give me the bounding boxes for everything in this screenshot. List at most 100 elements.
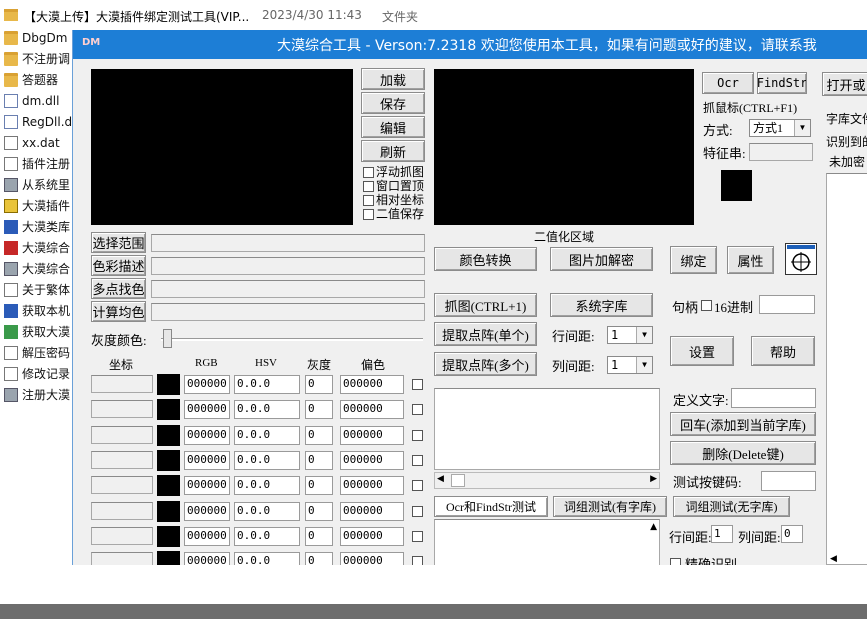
- col-spacing2-input[interactable]: 0: [781, 525, 803, 543]
- rgb-input[interactable]: 000000: [184, 425, 230, 445]
- bind-button[interactable]: 绑定: [670, 246, 717, 274]
- coord-field[interactable]: [91, 400, 153, 419]
- window-titlebar[interactable]: DM 大漠综合工具 - Verson:7.2318 欢迎您使用本工具，如果有问题…: [73, 30, 867, 59]
- row-checkbox[interactable]: [412, 480, 423, 492]
- settings-button[interactable]: 设置: [670, 336, 734, 366]
- row-checkbox[interactable]: [412, 404, 423, 416]
- handle-input[interactable]: [759, 295, 815, 314]
- rgb-input[interactable]: 000000: [184, 526, 230, 546]
- hsv-input[interactable]: 0.0.0: [234, 476, 300, 496]
- extract-single-button[interactable]: 提取点阵(单个): [434, 322, 537, 346]
- explorer-item[interactable]: 关于繁体: [0, 279, 80, 300]
- scroll-left-icon[interactable]: ◀: [437, 474, 444, 484]
- horizontal-scrollbar[interactable]: ◀ ▶: [434, 472, 660, 489]
- gray-input[interactable]: 0: [305, 425, 333, 445]
- findstr-button[interactable]: FindStr: [757, 72, 807, 94]
- gray-input[interactable]: 0: [305, 375, 333, 394]
- offset-input[interactable]: 000000: [340, 400, 404, 420]
- coord-field[interactable]: [91, 450, 153, 469]
- row-checkbox[interactable]: [412, 530, 423, 542]
- refresh-button[interactable]: 刷新: [361, 140, 425, 162]
- offset-input[interactable]: 000000: [340, 501, 404, 521]
- properties-button[interactable]: 属性: [727, 246, 774, 274]
- rgb-input[interactable]: 000000: [184, 476, 230, 496]
- gray-slider-track[interactable]: [161, 338, 423, 341]
- open-button[interactable]: 打开或: [822, 72, 867, 96]
- coord-field[interactable]: [91, 526, 153, 545]
- row-spacing2-input[interactable]: 1: [711, 525, 733, 543]
- hsv-input[interactable]: 0.0.0: [234, 526, 300, 546]
- explorer-item[interactable]: 答题器: [0, 69, 80, 90]
- tab-dict-without-lib[interactable]: 词组测试(无字库): [673, 496, 790, 517]
- col-spacing-select[interactable]: 1 ▼: [607, 356, 653, 374]
- rgb-input[interactable]: 000000: [184, 501, 230, 521]
- multi-point-color-button[interactable]: 多点找色: [91, 278, 146, 299]
- image-encrypt-button[interactable]: 图片加解密: [550, 247, 653, 271]
- capture-preview-right[interactable]: [434, 69, 694, 225]
- offset-input[interactable]: 000000: [340, 375, 404, 394]
- explorer-item[interactable]: 大漠综合: [0, 258, 80, 279]
- coord-field[interactable]: [91, 375, 153, 393]
- gray-input[interactable]: 0: [305, 476, 333, 496]
- delete-button[interactable]: 删除(Delete键): [670, 441, 816, 465]
- crosshair-target-icon[interactable]: [785, 243, 817, 275]
- save-button[interactable]: 保存: [361, 92, 425, 114]
- explorer-item[interactable]: 大漠综合: [0, 237, 80, 258]
- define-text-input[interactable]: [731, 388, 816, 408]
- gray-input[interactable]: 0: [305, 526, 333, 546]
- offset-input[interactable]: 000000: [340, 552, 404, 565]
- select-range-button[interactable]: 选择范围: [91, 232, 146, 253]
- float-capture-checkbox[interactable]: [363, 167, 374, 178]
- hsv-input[interactable]: 0.0.0: [234, 552, 300, 565]
- capture-button[interactable]: 抓图(CTRL+1): [434, 293, 537, 317]
- rgb-input[interactable]: 000000: [184, 375, 230, 394]
- edit-button[interactable]: 编辑: [361, 116, 425, 138]
- explorer-item[interactable]: 大漠类库: [0, 216, 80, 237]
- explorer-item[interactable]: xx.dat: [0, 132, 80, 153]
- window-topmost-checkbox[interactable]: [363, 181, 374, 192]
- binary-save-checkbox[interactable]: [363, 209, 374, 220]
- hsv-input[interactable]: 0.0.0: [234, 450, 300, 470]
- explorer-item[interactable]: 获取本机: [0, 300, 80, 321]
- gray-input[interactable]: 0: [305, 400, 333, 420]
- explorer-item[interactable]: 获取大漠: [0, 321, 80, 342]
- precise-recognize-checkbox[interactable]: [670, 558, 681, 565]
- select-range-field[interactable]: [151, 234, 425, 252]
- relative-coords-checkbox[interactable]: [363, 195, 374, 206]
- offset-input[interactable]: 000000: [340, 526, 404, 546]
- color-desc-button[interactable]: 色彩描述: [91, 255, 146, 276]
- coord-field[interactable]: [91, 552, 153, 565]
- explorer-item[interactable]: 修改记录: [0, 363, 80, 384]
- calc-average-field[interactable]: [151, 303, 425, 321]
- tab-dict-with-lib[interactable]: 词组测试(有字库): [553, 496, 667, 517]
- row-checkbox[interactable]: [412, 429, 423, 441]
- system-font-lib-button[interactable]: 系统字库: [550, 293, 653, 317]
- hsv-input[interactable]: 0.0.0: [234, 425, 300, 445]
- offset-input[interactable]: 000000: [340, 450, 404, 470]
- hex-checkbox[interactable]: [701, 300, 712, 311]
- offset-input[interactable]: 000000: [340, 425, 404, 445]
- row-checkbox[interactable]: [412, 556, 423, 565]
- explorer-item[interactable]: 注册大漠: [0, 384, 80, 405]
- extract-multi-button[interactable]: 提取点阵(多个): [434, 352, 537, 376]
- rgb-input[interactable]: 000000: [184, 552, 230, 565]
- offset-input[interactable]: 000000: [340, 476, 404, 496]
- font-lib-list[interactable]: ◀: [826, 173, 867, 565]
- hsv-input[interactable]: 0.0.0: [234, 375, 300, 394]
- scroll-thumb[interactable]: [451, 474, 465, 487]
- feature-string-field[interactable]: [749, 143, 813, 161]
- explorer-item[interactable]: 不注册调: [0, 48, 80, 69]
- scroll-up-icon[interactable]: ▲: [650, 522, 657, 532]
- explorer-item[interactable]: 从系统里: [0, 174, 80, 195]
- hsv-input[interactable]: 0.0.0: [234, 400, 300, 420]
- explorer-top-title[interactable]: 【大漠上传】大漠插件绑定测试工具(VIP...: [24, 8, 249, 25]
- hsv-input[interactable]: 0.0.0: [234, 501, 300, 521]
- scroll-right-icon[interactable]: ▶: [650, 474, 657, 484]
- gray-input[interactable]: 0: [305, 501, 333, 521]
- row-checkbox[interactable]: [412, 454, 423, 466]
- coord-field[interactable]: [91, 476, 153, 495]
- tab-content-area[interactable]: ▲: [434, 519, 660, 565]
- gray-input[interactable]: 0: [305, 450, 333, 470]
- row-checkbox[interactable]: [412, 505, 423, 517]
- rgb-input[interactable]: 000000: [184, 450, 230, 470]
